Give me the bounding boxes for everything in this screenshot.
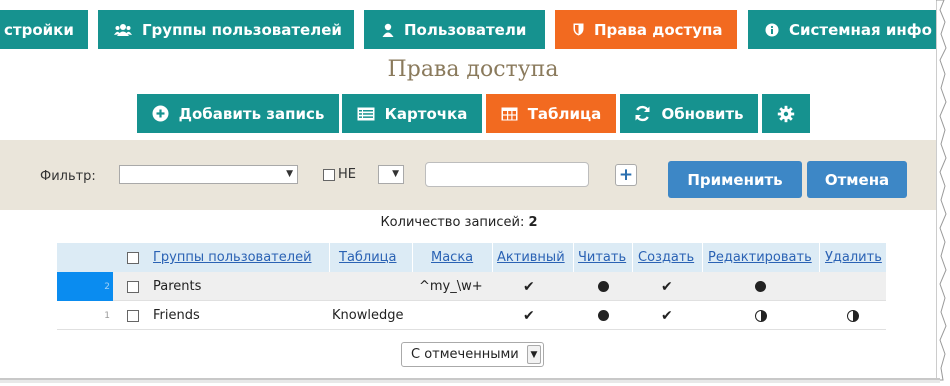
- settings-button[interactable]: [762, 94, 810, 133]
- chevron-down-icon: ▼: [527, 345, 541, 364]
- card-view-label: Карточка: [384, 104, 468, 123]
- tab-label: Пользователи: [404, 20, 527, 39]
- tab-label: Группы пользователей: [142, 20, 342, 39]
- filter-operator-select[interactable]: ▼: [378, 165, 404, 184]
- shield-icon: [573, 23, 584, 36]
- add-record-button[interactable]: Добавить запись: [137, 94, 339, 133]
- column-header[interactable]: Активный: [497, 243, 565, 272]
- sort-link[interactable]: Таблица: [339, 250, 397, 265]
- tab-label: Системная инфо: [789, 20, 932, 39]
- refresh-label: Обновить: [661, 104, 744, 123]
- check-icon: ✔: [661, 278, 673, 295]
- filled-circle-icon: [598, 301, 609, 330]
- tab-user-groups[interactable]: Группы пользователей: [98, 10, 354, 49]
- cell-table: Knowledge: [332, 308, 404, 323]
- sort-link[interactable]: Создать: [638, 250, 694, 265]
- chevron-down-icon: ▼: [286, 169, 293, 179]
- row-number: 2: [57, 272, 113, 301]
- torn-edge: [936, 0, 947, 381]
- check-icon: ✔: [661, 307, 673, 324]
- tab-label: стройки: [4, 20, 74, 39]
- sort-link[interactable]: Активный: [497, 250, 565, 265]
- tab-users[interactable]: Пользователи: [364, 10, 545, 49]
- users-icon: [114, 23, 132, 37]
- table-row[interactable]: 1 Friends Knowledge ✔ ✔: [57, 301, 886, 330]
- top-navigation: стройки Группы пользователей Пользовател…: [0, 0, 936, 56]
- column-header[interactable]: Удалить: [825, 243, 882, 272]
- cell-group: Parents: [153, 279, 202, 294]
- not-label: НЕ: [338, 167, 356, 182]
- record-count-label: Количество записей:: [380, 215, 525, 230]
- check-icon: ✔: [523, 278, 535, 295]
- filter-field-select[interactable]: ▼: [119, 165, 298, 184]
- refresh-icon: [634, 105, 651, 122]
- info-icon: [765, 23, 779, 37]
- select-all-checkbox[interactable]: [123, 243, 143, 272]
- half-circle-icon: [755, 301, 767, 330]
- card-icon: [357, 107, 375, 121]
- bottom-shadow: [0, 378, 940, 383]
- cancel-button[interactable]: Отмена: [807, 161, 907, 198]
- tab-system-info[interactable]: Системная инфо: [748, 10, 936, 49]
- app-window: стройки Группы пользователей Пользовател…: [0, 0, 936, 380]
- table-view-button[interactable]: Таблица: [486, 94, 616, 133]
- filter-value-input[interactable]: [425, 162, 589, 187]
- not-checkbox[interactable]: [323, 168, 335, 181]
- sort-link[interactable]: Редактировать: [708, 250, 812, 265]
- sort-link[interactable]: Читать: [578, 250, 626, 265]
- column-header[interactable]: Редактировать: [708, 243, 812, 272]
- user-icon: [382, 23, 394, 37]
- table-header: Группы пользователей Таблица Маска Актив…: [57, 243, 886, 272]
- bulk-action-select[interactable]: С отмеченными ▼: [401, 342, 544, 367]
- row-checkbox[interactable]: [123, 272, 143, 301]
- sort-link[interactable]: Удалить: [825, 250, 882, 265]
- table-view-label: Таблица: [527, 104, 602, 123]
- column-header[interactable]: Создать: [638, 243, 694, 272]
- cell-group: Friends: [153, 308, 200, 323]
- page-title: Права доступа: [387, 57, 559, 82]
- bulk-action-label: С отмеченными: [411, 347, 519, 362]
- apply-button[interactable]: Применить: [668, 161, 802, 198]
- column-header[interactable]: Группы пользователей: [153, 243, 312, 272]
- add-record-label: Добавить запись: [178, 104, 325, 123]
- tab-settings[interactable]: стройки: [0, 10, 88, 49]
- refresh-button[interactable]: Обновить: [620, 94, 758, 133]
- record-count-value: 2: [528, 215, 538, 230]
- sort-link[interactable]: Группы пользователей: [153, 250, 312, 265]
- tab-access-rights[interactable]: Права доступа: [555, 10, 737, 49]
- sort-link[interactable]: Маска: [431, 250, 473, 265]
- check-icon: ✔: [523, 307, 535, 324]
- table-row[interactable]: 2 Parents ^my_\w+ ✔ ✔: [57, 272, 886, 301]
- not-toggle[interactable]: НЕ: [323, 167, 356, 182]
- column-header[interactable]: Читать: [578, 243, 626, 272]
- filter-label: Фильтр:: [40, 169, 96, 184]
- plus-circle-icon: [152, 105, 169, 122]
- filled-circle-icon: [755, 272, 766, 301]
- table-icon: [501, 107, 518, 121]
- tab-label: Права доступа: [594, 20, 723, 39]
- row-checkbox[interactable]: [123, 301, 143, 330]
- add-filter-button[interactable]: +: [615, 164, 637, 186]
- column-header[interactable]: Таблица: [339, 243, 397, 272]
- gear-icon: [777, 105, 795, 123]
- chevron-down-icon: ▼: [392, 169, 399, 179]
- cell-mask: ^my_\w+: [419, 279, 483, 294]
- filled-circle-icon: [598, 272, 609, 301]
- record-count: Количество записей: 2: [0, 215, 918, 230]
- half-circle-icon: [847, 301, 859, 330]
- column-header[interactable]: Маска: [431, 243, 473, 272]
- card-view-button[interactable]: Карточка: [342, 94, 482, 133]
- row-number: 1: [104, 310, 110, 321]
